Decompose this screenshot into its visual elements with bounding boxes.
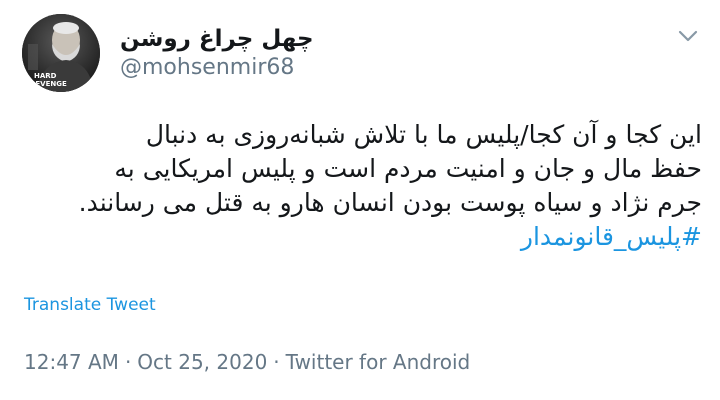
chevron-down-icon[interactable] <box>676 24 700 48</box>
avatar-caption-2: REVENGE <box>30 80 67 88</box>
author-avatar[interactable]: HARD REVENGE <box>22 14 100 92</box>
tweet-line: حفظ مال و جان و امنیت مردم است و پلیس ام… <box>114 154 702 183</box>
meta-separator: · <box>124 350 132 374</box>
tweet-time[interactable]: 12:47 AM <box>24 350 119 374</box>
hashtag-link[interactable]: #پلیس_قانونمدار <box>521 222 702 251</box>
profile-avatar-photo: HARD REVENGE <box>22 14 100 92</box>
author-display-name[interactable]: چهل چراغ روشن <box>120 26 314 52</box>
tweet-line: جرم نژاد و سیاه پوست بودن انسان هارو به … <box>78 188 702 217</box>
tweet-source[interactable]: Twitter for Android <box>286 350 471 374</box>
tweet-line: این کجا و آن کجا/پلیس ما با تلاش شبانه‌ر… <box>145 120 702 149</box>
tweet-date[interactable]: Oct 25, 2020 <box>137 350 267 374</box>
translate-tweet-link[interactable]: Translate Tweet <box>24 295 156 315</box>
meta-separator: · <box>273 350 280 374</box>
tweet-meta: 12:47 AM · Oct 25, 2020 · Twitter for Androi… <box>24 350 470 374</box>
tweet-card: HARD REVENGE چهل چراغ روشن @mohsenmir68 … <box>0 0 720 400</box>
avatar-caption-1: HARD <box>34 72 57 80</box>
tweet-text: این کجا و آن کجا/پلیس ما با تلاش شبانه‌ر… <box>18 118 702 254</box>
author-handle[interactable]: @mohsenmir68 <box>120 55 294 80</box>
